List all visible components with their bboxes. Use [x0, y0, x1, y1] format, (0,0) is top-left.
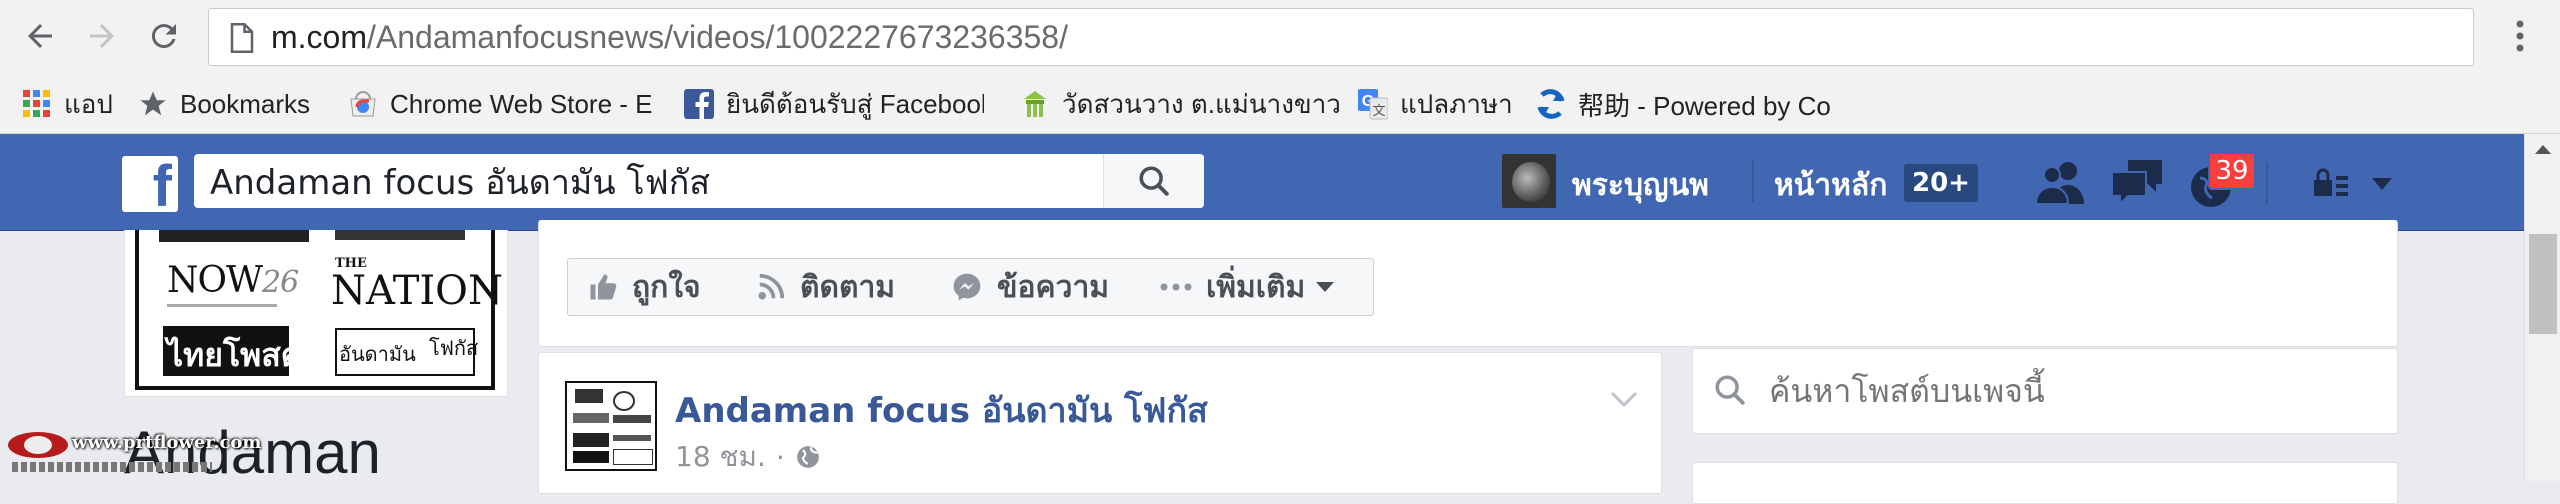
facebook-logo-icon[interactable]: f — [122, 156, 178, 212]
facebook-icon — [684, 89, 714, 119]
bookmark-label: แอป — [64, 88, 113, 119]
browser-toolbar: m.com/Andamanfocusnews/videos/1002227673… — [0, 0, 2560, 76]
bookmark-label: Chrome Web Store - E — [390, 88, 653, 119]
reload-icon — [151, 24, 176, 49]
bookmark-label: แปลภาษา — [1400, 88, 1513, 119]
bookmarks-bar: แอป Bookmarks Chrome Web Store - E ยินดี… — [0, 76, 2560, 134]
avatar[interactable] — [1502, 154, 1556, 208]
focus-logo-text: โฟกัส — [429, 336, 479, 360]
search-icon — [1139, 166, 1169, 196]
apps-grid-icon — [22, 89, 52, 119]
facebook-search-input[interactable] — [208, 154, 1072, 210]
notifications-button[interactable]: 39 — [2188, 152, 2256, 208]
right-column-card — [1692, 462, 2398, 504]
google-translate-icon: G文 — [1358, 89, 1388, 120]
home-link[interactable]: หน้าหลัก — [1774, 162, 1887, 209]
facebook-search-button[interactable] — [1103, 154, 1204, 208]
page-icon — [230, 23, 254, 53]
friends-icon — [2034, 162, 2084, 205]
message-label: ข้อความ — [997, 269, 1110, 305]
post-page-name-link[interactable]: Andaman focus อันดามัน โฟกัส — [675, 383, 1208, 437]
site-favicon — [1020, 89, 1050, 119]
bookmark-label: Bookmarks — [180, 88, 311, 119]
bookmark-help[interactable]: 帮助 - Powered by Co — [1536, 84, 1856, 124]
bookmark-label: ยินดีต้อนรับสู่ Facebook — [726, 88, 984, 119]
message-button[interactable]: ข้อความ — [931, 258, 1141, 316]
like-label: ถูกใจ — [632, 269, 701, 305]
post-options-chevron-icon[interactable] — [1609, 389, 1639, 409]
like-button[interactable]: ถูกใจ — [567, 258, 737, 316]
friend-requests-button[interactable] — [2034, 158, 2086, 206]
post-card: Andaman focus อันดามัน โฟกัส 18 ชม. · — [538, 352, 1662, 494]
more-label: เพิ่มเติม — [1206, 269, 1306, 305]
more-vert-icon — [2516, 20, 2524, 52]
watermark-logo: www.prtflower.com — [8, 430, 261, 478]
scrollbar-thumb[interactable] — [2529, 234, 2557, 334]
post-timestamp[interactable]: 18 ชม. — [675, 435, 766, 479]
reload-button[interactable] — [142, 14, 186, 58]
bookmark-label: วัดสวนวาง ต.แม่นางขาว อ — [1062, 88, 1340, 119]
post-meta: 18 ชม. · — [675, 435, 821, 479]
scroll-up-arrow-icon — [2535, 145, 2551, 154]
nav-divider — [1752, 160, 1754, 202]
now-logo-text: NOW26 — [167, 260, 299, 301]
bookmark-facebook[interactable]: ยินดีต้อนรับสู่ Facebook — [684, 84, 984, 124]
bookmark-label: 帮助 - Powered by Co — [1578, 90, 1831, 121]
chevron-down-icon — [1316, 282, 1335, 292]
watermark-text: www.prtflower.com — [72, 432, 262, 453]
public-globe-icon — [796, 446, 819, 468]
profile-name-link[interactable]: พระบุญนพ — [1572, 162, 1709, 209]
bookmark-chrome-web-store[interactable]: Chrome Web Store - E — [348, 84, 658, 124]
browser-menu-button[interactable] — [2500, 14, 2540, 58]
rss-follow-icon — [758, 273, 785, 300]
bookmark-bookmarks[interactable]: Bookmarks — [138, 84, 310, 124]
page-profile-picture: NOW26 THE NATION ไทยโพสต์ อันดามัน โฟกัส — [135, 230, 503, 390]
bookmark-apps[interactable]: แอป — [22, 84, 113, 124]
bookmark-translate[interactable]: G文 แปลภาษา — [1358, 84, 1513, 124]
facebook-search — [194, 154, 1204, 210]
page-search-input[interactable] — [1767, 363, 2371, 419]
chevron-down-icon — [2372, 178, 2392, 190]
svg-text:文: 文 — [1372, 104, 1385, 119]
follow-label: ติดตาม — [800, 269, 896, 305]
nation-logo-text: NATION — [331, 268, 503, 314]
thumbs-up-icon — [590, 274, 617, 300]
follow-button[interactable]: ติดตาม — [736, 258, 932, 316]
more-button[interactable]: เพิ่มเติม — [1140, 258, 1374, 316]
messages-button[interactable] — [2111, 160, 2164, 207]
andaman-logo-text: อันดามัน — [339, 342, 416, 366]
help-site-icon — [1536, 89, 1566, 119]
thaipost-logo-text: ไทยโพสต์ — [167, 336, 302, 374]
home-count-badge: 20+ — [1904, 164, 1978, 202]
more-dots-icon — [1160, 283, 1192, 291]
search-icon — [1715, 375, 1745, 405]
back-arrow-icon — [28, 24, 52, 48]
forward-arrow-icon — [90, 24, 114, 48]
page-profile-picture-card[interactable]: NOW26 THE NATION ไทยโพสต์ อันดามัน โฟกัส — [124, 230, 508, 397]
notifications-count-badge: 39 — [2208, 152, 2256, 190]
page-actions-card: ถูกใจ ติดตาม ข้อความ เพิ่มเติม — [538, 220, 2398, 347]
post-page-avatar[interactable] — [565, 381, 657, 471]
lock-menu-icon — [2314, 168, 2348, 196]
forward-button[interactable] — [80, 14, 124, 58]
account-menu-button[interactable] — [2310, 164, 2394, 204]
url-text[interactable]: m.com/Andamanfocusnews/videos/1002227673… — [271, 19, 1068, 56]
page-scrollbar[interactable] — [2524, 134, 2560, 481]
star-icon — [138, 89, 168, 119]
chrome-web-store-icon — [348, 89, 378, 119]
nav-divider — [2266, 162, 2268, 204]
address-bar[interactable]: m.com/Andamanfocusnews/videos/1002227673… — [208, 8, 2474, 66]
back-button[interactable] — [18, 14, 62, 58]
meta-separator: · — [775, 440, 785, 474]
facebook-top-bar: f พระบุญนพ หน้าหลัก 20+ 39 — [0, 134, 2524, 231]
messages-icon — [2111, 160, 2162, 207]
messenger-icon — [953, 273, 981, 301]
bookmark-temple[interactable]: วัดสวนวาง ต.แม่นางขาว อ — [1020, 84, 1340, 124]
page-post-search — [1692, 348, 2398, 434]
